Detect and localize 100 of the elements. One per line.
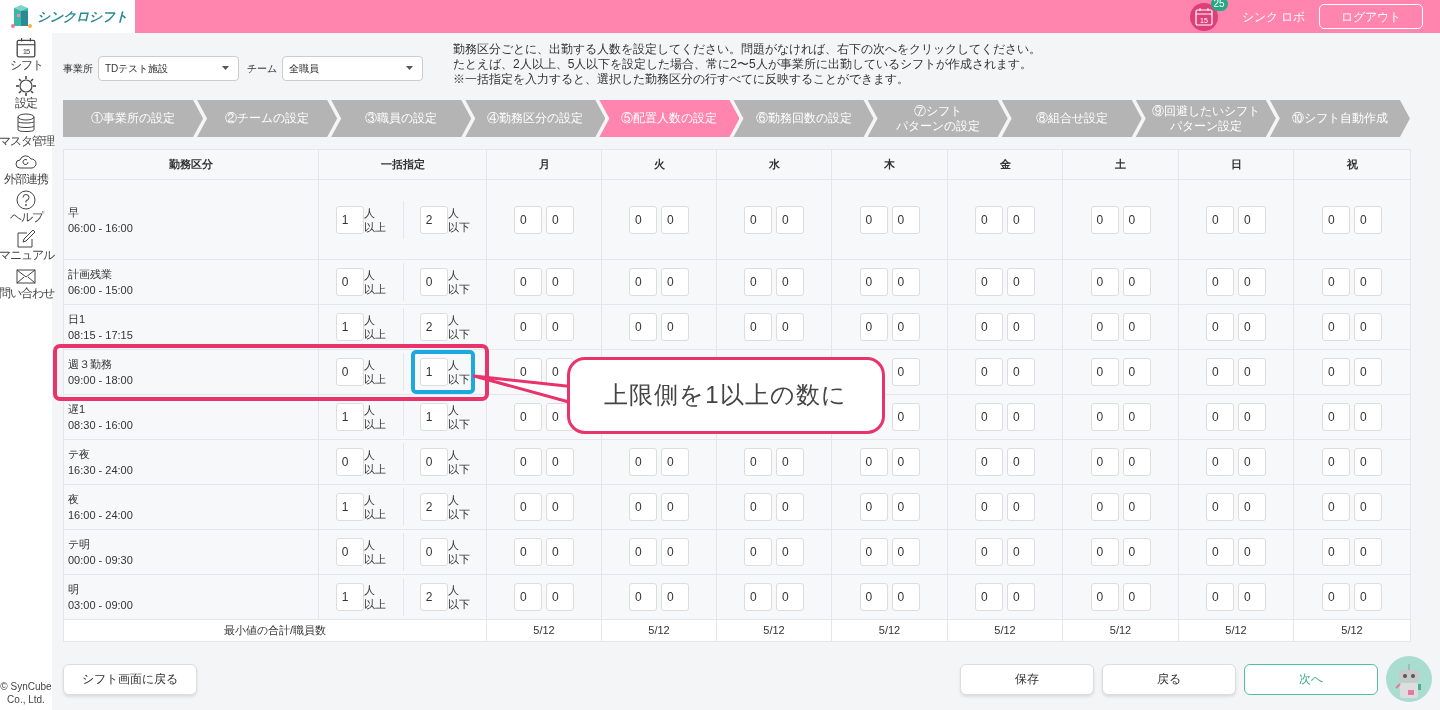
number-input[interactable]: 1 xyxy=(419,403,448,431)
number-input[interactable]: 0 xyxy=(1090,448,1119,476)
select-field[interactable]: TDテスト施設 xyxy=(98,55,239,81)
number-input[interactable]: 0 xyxy=(1354,493,1382,521)
number-input[interactable]: 0 xyxy=(776,448,804,476)
number-input[interactable]: 0 xyxy=(744,268,772,296)
number-input[interactable]: 0 xyxy=(1238,205,1266,234)
number-input[interactable]: 0 xyxy=(1322,448,1350,476)
number-input[interactable]: 0 xyxy=(776,493,804,521)
number-input[interactable]: 0 xyxy=(419,448,448,476)
number-input[interactable]: 0 xyxy=(1090,313,1119,341)
number-input[interactable]: 0 xyxy=(1007,448,1035,476)
number-input[interactable]: 0 xyxy=(859,313,888,341)
number-input[interactable]: 0 xyxy=(891,268,920,296)
sidebar-item[interactable]: 外部連携 xyxy=(4,151,48,186)
number-input[interactable]: 1 xyxy=(335,205,364,234)
number-input[interactable]: 0 xyxy=(1206,538,1234,566)
number-input[interactable]: 0 xyxy=(1206,205,1234,234)
number-input[interactable]: 0 xyxy=(1238,538,1266,566)
number-input[interactable]: 0 xyxy=(859,205,888,234)
number-input[interactable]: 0 xyxy=(1090,205,1119,234)
number-input[interactable]: 0 xyxy=(1238,403,1266,431)
number-input[interactable]: 0 xyxy=(629,205,657,234)
number-input[interactable]: 0 xyxy=(776,313,804,341)
number-input[interactable]: 0 xyxy=(1007,268,1035,296)
number-input[interactable]: 0 xyxy=(1090,583,1119,611)
number-input[interactable]: 0 xyxy=(744,583,772,611)
number-input[interactable]: 0 xyxy=(514,538,542,566)
number-input[interactable]: 0 xyxy=(629,313,657,341)
number-input[interactable]: 0 xyxy=(1354,268,1382,296)
number-input[interactable]: 2 xyxy=(419,313,448,341)
number-input[interactable]: 0 xyxy=(629,493,657,521)
number-input[interactable]: 0 xyxy=(1206,583,1234,611)
number-input[interactable]: 2 xyxy=(419,493,448,521)
number-input[interactable]: 0 xyxy=(661,313,689,341)
number-input[interactable]: 0 xyxy=(859,538,888,566)
number-input[interactable]: 0 xyxy=(1206,403,1234,431)
number-input[interactable]: 0 xyxy=(1354,358,1382,386)
number-input[interactable]: 0 xyxy=(859,448,888,476)
number-input[interactable]: 0 xyxy=(744,538,772,566)
sidebar-item[interactable]: ヘルプ xyxy=(9,189,43,224)
number-input[interactable]: 0 xyxy=(661,268,689,296)
number-input[interactable]: 0 xyxy=(335,358,364,386)
number-input[interactable]: 0 xyxy=(661,493,689,521)
number-input[interactable]: 0 xyxy=(419,268,448,296)
number-input[interactable]: 0 xyxy=(1007,205,1035,234)
number-input[interactable]: 0 xyxy=(1238,493,1266,521)
number-input[interactable]: 0 xyxy=(744,205,772,234)
number-input[interactable]: 2 xyxy=(419,205,448,234)
number-input[interactable]: 0 xyxy=(661,205,689,234)
number-input[interactable]: 0 xyxy=(975,358,1003,386)
number-input[interactable]: 0 xyxy=(1354,205,1382,234)
number-input[interactable]: 1 xyxy=(335,493,364,521)
number-input[interactable]: 2 xyxy=(419,583,448,611)
sidebar-item[interactable]: 設定 xyxy=(15,75,37,110)
number-input[interactable]: 0 xyxy=(1206,358,1234,386)
number-input[interactable]: 0 xyxy=(744,493,772,521)
number-input[interactable]: 0 xyxy=(776,538,804,566)
number-input[interactable]: 0 xyxy=(546,313,574,341)
number-input[interactable]: 0 xyxy=(1122,268,1151,296)
number-input[interactable]: 0 xyxy=(514,583,542,611)
number-input[interactable]: 0 xyxy=(776,205,804,234)
number-input[interactable]: 0 xyxy=(1122,313,1151,341)
number-input[interactable]: 0 xyxy=(629,448,657,476)
number-input[interactable]: 0 xyxy=(1090,358,1119,386)
back-to-shift-button[interactable]: シフト画面に戻る xyxy=(63,663,197,695)
number-input[interactable]: 0 xyxy=(1206,313,1234,341)
number-input[interactable]: 0 xyxy=(514,403,542,431)
number-input[interactable]: 0 xyxy=(1354,313,1382,341)
number-input[interactable]: 0 xyxy=(335,538,364,566)
number-input[interactable]: 0 xyxy=(1122,448,1151,476)
number-input[interactable]: 0 xyxy=(661,538,689,566)
number-input[interactable]: 1 xyxy=(335,583,364,611)
number-input[interactable]: 0 xyxy=(1122,493,1151,521)
number-input[interactable]: 0 xyxy=(1122,205,1151,234)
sidebar-item[interactable]: 15 シフト xyxy=(9,37,43,72)
back-button[interactable]: 戻る xyxy=(1102,663,1236,695)
number-input[interactable]: 0 xyxy=(1322,538,1350,566)
number-input[interactable]: 0 xyxy=(1007,493,1035,521)
number-input[interactable]: 0 xyxy=(1322,313,1350,341)
number-input[interactable]: 0 xyxy=(975,403,1003,431)
number-input[interactable]: 0 xyxy=(1354,403,1382,431)
number-input[interactable]: 0 xyxy=(1206,448,1234,476)
number-input[interactable]: 0 xyxy=(514,268,542,296)
sidebar-item[interactable]: マスタ管理 xyxy=(0,113,54,148)
number-input[interactable]: 0 xyxy=(1238,583,1266,611)
number-input[interactable]: 0 xyxy=(1322,358,1350,386)
number-input[interactable]: 0 xyxy=(1122,403,1151,431)
number-input[interactable]: 0 xyxy=(975,268,1003,296)
number-input[interactable]: 0 xyxy=(975,205,1003,234)
number-input[interactable]: 0 xyxy=(776,268,804,296)
number-input[interactable]: 0 xyxy=(1122,358,1151,386)
number-input[interactable]: 0 xyxy=(1322,403,1350,431)
number-input[interactable]: 0 xyxy=(1322,493,1350,521)
sidebar-item[interactable]: 問い合わせ xyxy=(0,265,54,300)
number-input[interactable]: 0 xyxy=(546,538,574,566)
number-input[interactable]: 0 xyxy=(1206,268,1234,296)
number-input[interactable]: 0 xyxy=(419,538,448,566)
number-input[interactable]: 0 xyxy=(514,493,542,521)
number-input[interactable]: 0 xyxy=(975,493,1003,521)
